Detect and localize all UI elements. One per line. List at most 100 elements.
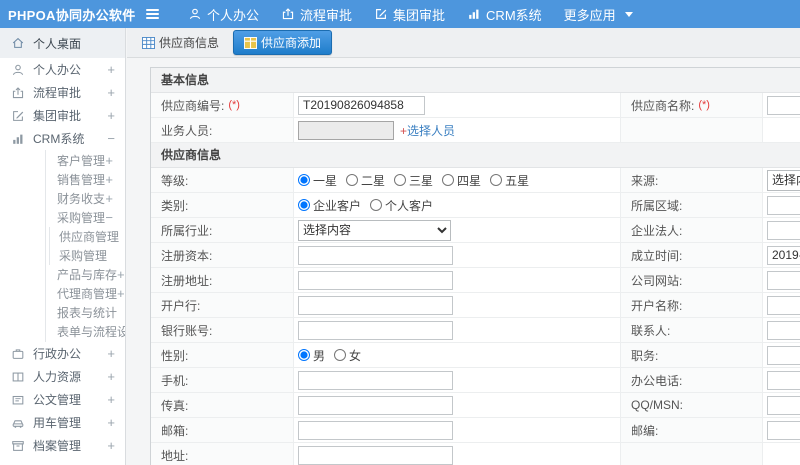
radio-input[interactable] <box>298 174 310 186</box>
topnav-group-approval[interactable]: 集团审批 <box>363 0 456 28</box>
address-input[interactable] <box>298 445 453 465</box>
sidebar-item-form-workflow-settings[interactable]: 表单与流程设置 + <box>46 322 125 341</box>
sidebar-item-vehicle-mgmt[interactable]: 用车管理 + <box>0 411 125 434</box>
sidebar-item-supplier-mgmt[interactable]: 供应商管理 <box>50 227 125 246</box>
radio-input[interactable] <box>298 349 310 361</box>
expand-icon[interactable]: + <box>117 268 125 281</box>
sidebar-item-group-approval[interactable]: 集团审批 + <box>0 104 125 127</box>
registered-capital-input[interactable] <box>298 245 453 265</box>
region-input[interactable] <box>767 195 800 215</box>
radio-input[interactable] <box>442 174 455 186</box>
field-cell <box>294 243 621 267</box>
sidebar-item-archive-mgmt[interactable]: 档案管理 + <box>0 434 125 457</box>
edit-icon <box>11 109 25 123</box>
bank-input[interactable] <box>298 295 453 315</box>
radio-input[interactable] <box>298 199 310 211</box>
mobile-input[interactable] <box>298 370 453 390</box>
sidebar-item-products-inventory[interactable]: 产品与库存 + <box>46 265 125 284</box>
sidebar-item-crm[interactable]: CRM系统 − <box>0 127 125 150</box>
radio-input[interactable] <box>394 174 407 186</box>
form-row: 传真: QQ/MSN: <box>151 393 800 418</box>
topnav-label: CRM系统 <box>486 7 542 23</box>
select-person-link[interactable]: +选择人员 <box>400 122 455 139</box>
bank-account-input[interactable] <box>298 320 453 340</box>
grade-radio-5star[interactable]: 五星 <box>490 172 529 189</box>
expand-icon[interactable]: + <box>105 154 113 167</box>
category-radio-personal[interactable]: 个人客户 <box>370 197 433 214</box>
sidebar-item-purchase-mgmt[interactable]: 采购管理 − <box>46 208 125 227</box>
expand-icon[interactable]: + <box>107 347 115 360</box>
industry-select[interactable]: 选择内容 <box>298 219 451 241</box>
collapse-icon[interactable]: − <box>105 211 113 224</box>
sidebar-item-agent-mgmt[interactable]: 代理商管理 + <box>46 284 125 303</box>
legal-person-input[interactable] <box>767 220 800 240</box>
sidebar-item-official-doc-mgmt[interactable]: 公文管理 + <box>0 388 125 411</box>
sidebar-item-reports-stats[interactable]: 报表与统计 <box>46 303 125 322</box>
sidebar-item-personal-desktop[interactable]: 个人桌面 <box>0 28 125 58</box>
office-phone-input[interactable] <box>767 370 800 390</box>
user-icon <box>11 63 25 77</box>
field-cell <box>294 93 621 117</box>
grade-radio-3star[interactable]: 三星 <box>394 172 433 189</box>
topnav-personal-office[interactable]: 个人办公 <box>177 0 270 28</box>
radio-input[interactable] <box>346 174 359 186</box>
radio-input[interactable] <box>370 199 383 211</box>
qq-msn-input[interactable] <box>767 395 800 415</box>
field-label <box>621 443 763 465</box>
position-input[interactable] <box>767 345 800 365</box>
tab-supplier-add[interactable]: 供应商添加 <box>233 30 333 55</box>
gender-radio-female[interactable]: 女 <box>334 347 361 364</box>
fax-input[interactable] <box>298 395 453 415</box>
grade-radio-4star[interactable]: 四星 <box>442 172 481 189</box>
supplier-name-input[interactable] <box>767 95 800 115</box>
tab-supplier-info[interactable]: 供应商信息 <box>134 31 227 54</box>
sidebar-item-customer-mgmt[interactable]: 客户管理 + <box>46 151 125 170</box>
gender-radio-male[interactable]: 男 <box>298 347 325 364</box>
document-icon <box>11 393 25 407</box>
zip-input[interactable] <box>767 420 800 440</box>
user-icon <box>188 7 202 21</box>
website-input[interactable] <box>767 270 800 290</box>
topnav-workflow-approval[interactable]: 流程审批 <box>270 0 363 28</box>
sidebar-item-sales-mgmt[interactable]: 销售管理 + <box>46 170 125 189</box>
expand-icon[interactable]: + <box>107 439 115 452</box>
expand-icon[interactable]: + <box>107 393 115 406</box>
registered-address-input[interactable] <box>298 270 453 290</box>
account-name-input[interactable] <box>767 295 800 315</box>
sidebar-item-finance[interactable]: 财务收支 + <box>46 189 125 208</box>
field-label: 注册资本: <box>151 243 294 267</box>
expand-icon[interactable]: + <box>107 416 115 429</box>
sidebar-item-purchase-mgmt-sub[interactable]: 采购管理 <box>50 246 125 265</box>
workflow-icon <box>281 7 295 21</box>
expand-icon[interactable]: + <box>105 173 113 186</box>
expand-icon[interactable]: + <box>117 287 125 300</box>
menu-toggle-icon[interactable] <box>142 5 163 23</box>
radio-input[interactable] <box>490 174 503 186</box>
radio-input[interactable] <box>334 349 347 361</box>
grade-radio-1star[interactable]: 一星 <box>298 172 337 189</box>
sidebar-item-workflow-approval[interactable]: 流程审批 + <box>0 81 125 104</box>
collapse-icon[interactable]: − <box>107 132 115 145</box>
business-person-input[interactable] <box>298 120 394 140</box>
topnav-crm[interactable]: CRM系统 <box>456 0 553 28</box>
contact-input[interactable] <box>767 320 800 340</box>
expand-icon[interactable]: + <box>107 86 115 99</box>
grade-radio-2star[interactable]: 二星 <box>346 172 385 189</box>
category-radio-company[interactable]: 企业客户 <box>298 197 361 214</box>
form-row: 等级: 一星 二星 三星 四星 五星 来源: 选择内容 <box>151 168 800 193</box>
expand-icon[interactable]: + <box>105 192 113 205</box>
established-date-input[interactable] <box>767 245 800 265</box>
supplier-code-input[interactable] <box>298 95 425 115</box>
sidebar-item-hr[interactable]: 人力资源 + <box>0 365 125 388</box>
source-select[interactable]: 选择内容 <box>767 169 800 191</box>
topnav-more-apps[interactable]: 更多应用 <box>553 0 644 28</box>
sidebar-item-personal-office[interactable]: 个人办公 + <box>0 58 125 81</box>
field-cell <box>294 318 621 342</box>
sidebar-item-admin-office[interactable]: 行政办公 + <box>0 342 125 365</box>
email-input[interactable] <box>298 420 453 440</box>
field-label: 类别: <box>151 193 294 217</box>
expand-icon[interactable]: + <box>107 63 115 76</box>
expand-icon[interactable]: + <box>107 370 115 383</box>
expand-icon[interactable]: + <box>107 109 115 122</box>
tab-label: 供应商信息 <box>159 36 220 50</box>
